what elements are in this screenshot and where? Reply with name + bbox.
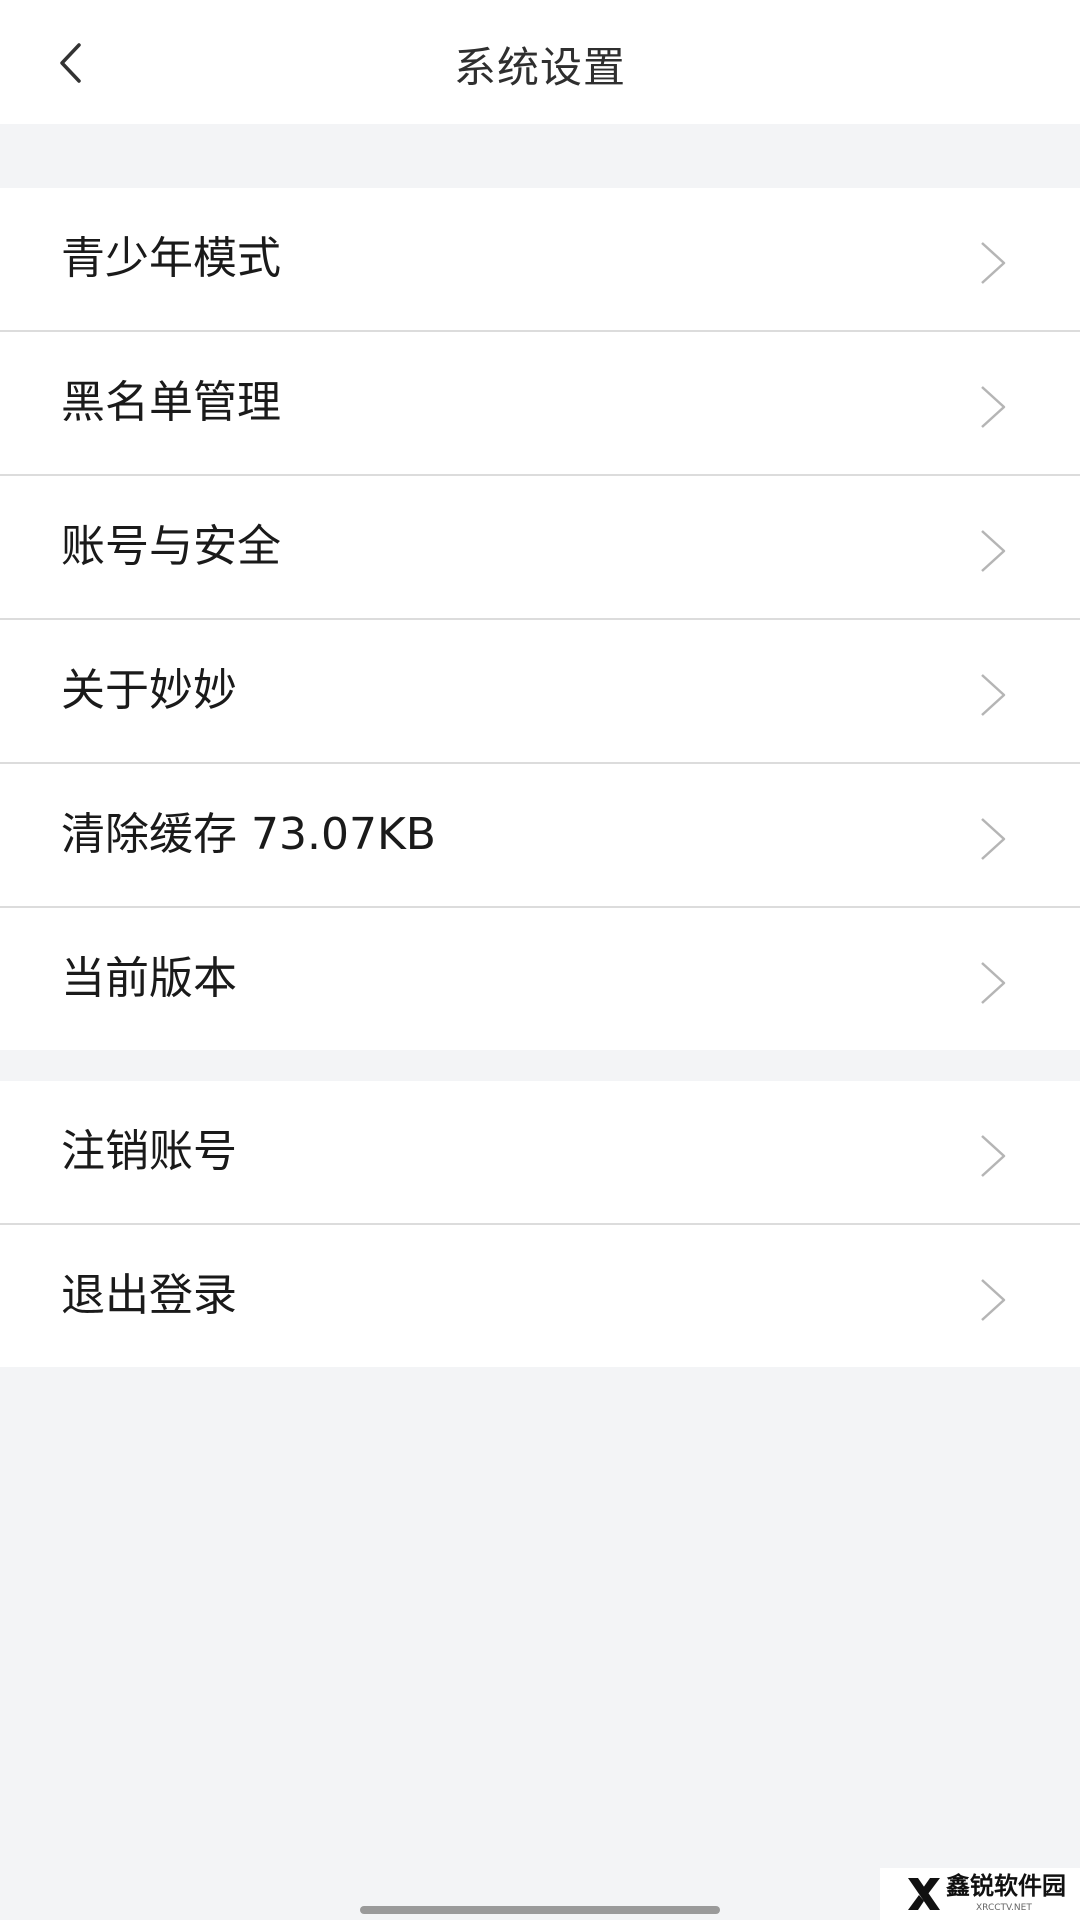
chevron-right-icon [981,1279,1006,1321]
chevron-right-icon [981,242,1006,284]
settings-item-label: 当前版本 [61,953,237,1004]
chevron-right-icon [981,530,1006,572]
settings-item-label: 清除缓存 73.07KB [61,809,436,860]
settings-item-label: 注销账号 [61,1126,237,1177]
page-title: 系统设置 [453,43,626,92]
chevron-right-icon [981,962,1006,1004]
settings-item-label: 黑名单管理 [61,377,281,428]
settings-item-label: 关于妙妙 [61,665,237,716]
settings-item-account-security[interactable]: 账号与安全 [0,474,1080,618]
settings-item-blacklist[interactable]: 黑名单管理 [0,330,1080,474]
chevron-right-icon [981,674,1006,716]
watermark-name: 鑫锐软件园 [946,1872,1066,1900]
settings-item-label: 账号与安全 [61,521,281,572]
watermark: 鑫锐软件园 XRCCTV.NET [880,1868,1080,1920]
home-indicator[interactable] [360,1906,720,1914]
settings-item-deactivate-account[interactable]: 注销账号 [0,1081,1080,1223]
settings-item-teen-mode[interactable]: 青少年模式 [0,188,1080,330]
settings-item-label: 退出登录 [61,1270,237,1321]
settings-group-account: 注销账号 退出登录 [0,1081,1080,1367]
settings-item-current-version[interactable]: 当前版本 [0,906,1080,1050]
settings-item-about[interactable]: 关于妙妙 [0,618,1080,762]
settings-group-main: 青少年模式 黑名单管理 账号与安全 关于妙妙 清除缓存 73.07KB 当前版本 [0,188,1080,1050]
chevron-right-icon [981,386,1006,428]
settings-item-label: 青少年模式 [61,233,281,284]
settings-item-logout[interactable]: 退出登录 [0,1223,1080,1367]
chevron-right-icon [981,818,1006,860]
chevron-right-icon [981,1135,1006,1177]
watermark-url: XRCCTV.NET [976,1903,1032,1913]
watermark-logo-icon [908,1878,940,1910]
settings-item-clear-cache[interactable]: 清除缓存 73.07KB [0,762,1080,906]
top-nav-bar: 系统设置 [0,0,1080,124]
